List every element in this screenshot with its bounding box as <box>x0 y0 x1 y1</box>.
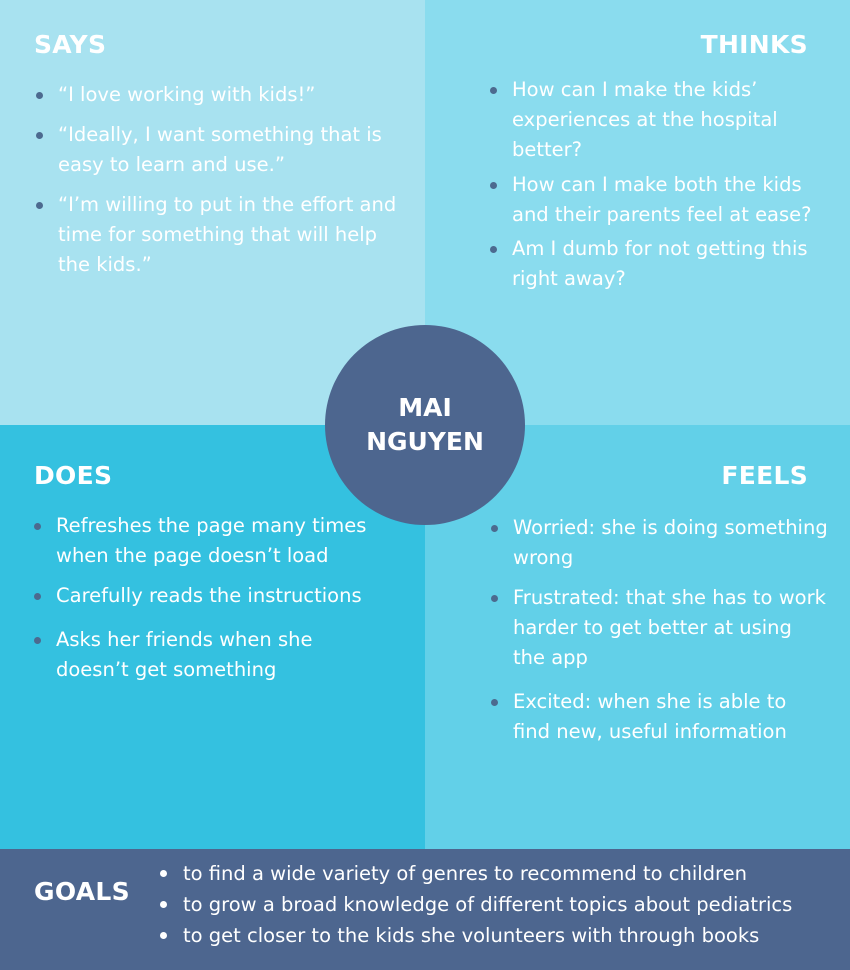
does-heading: DOES <box>34 461 113 490</box>
says-item: “I’m willing to put in the effort and ti… <box>34 190 414 280</box>
thinks-list: How can I make the kids’ experiences at … <box>488 75 828 294</box>
persona-circle: MAI NGUYEN <box>325 325 525 525</box>
goals-item: to find a wide variety of genres to reco… <box>158 858 848 889</box>
does-item: Refreshes the page many times when the p… <box>32 511 382 571</box>
thinks-item: Am I dumb for not getting this right awa… <box>488 234 828 294</box>
says-list: “I love working with kids!” “Ideally, I … <box>34 80 414 280</box>
does-item: Asks her friends when she doesn’t get so… <box>32 625 382 685</box>
feels-item: Worried: she is doing something wrong <box>489 513 829 573</box>
does-list: Refreshes the page many times when the p… <box>32 511 382 685</box>
thinks-item: How can I make the kids’ experiences at … <box>488 75 828 165</box>
says-item: “Ideally, I want something that is easy … <box>34 120 414 180</box>
thinks-heading: THINKS <box>700 30 808 59</box>
goals-heading: GOALS <box>34 877 130 906</box>
says-item: “I love working with kids!” <box>34 80 414 110</box>
thinks-item: How can I make both the kids and their p… <box>488 170 828 230</box>
goals-band: GOALS to find a wide variety of genres t… <box>0 849 850 970</box>
feels-heading: FEELS <box>721 461 808 490</box>
goals-item: to grow a broad knowledge of different t… <box>158 889 848 920</box>
feels-list: Worried: she is doing something wrong Fr… <box>489 513 829 747</box>
feels-item: Frustrated: that she has to work harder … <box>489 583 829 673</box>
goals-item: to get closer to the kids she volunteers… <box>158 920 848 951</box>
says-heading: SAYS <box>34 30 107 59</box>
feels-item: Excited: when she is able to find new, u… <box>489 687 829 747</box>
goals-list: to find a wide variety of genres to reco… <box>158 858 848 951</box>
persona-name: MAI NGUYEN <box>366 393 484 456</box>
does-item: Carefully reads the instructions <box>32 581 382 611</box>
